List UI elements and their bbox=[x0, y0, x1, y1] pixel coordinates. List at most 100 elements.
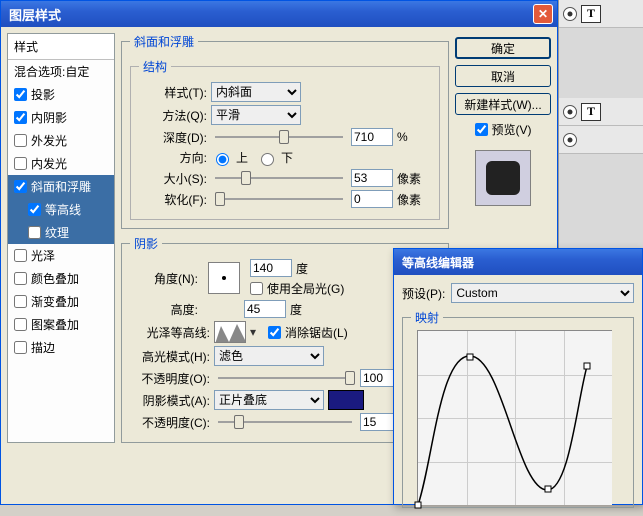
shadow-color-swatch[interactable] bbox=[328, 390, 364, 410]
highlight-opacity-slider[interactable] bbox=[218, 369, 352, 387]
text-layer-icon: T bbox=[581, 5, 601, 23]
contour-title: 等高线编辑器 bbox=[402, 254, 638, 271]
style-select[interactable]: 内斜面 bbox=[211, 82, 301, 102]
style-item-7[interactable]: 光泽 bbox=[8, 244, 114, 267]
style-checkbox[interactable] bbox=[14, 111, 27, 124]
style-item-label: 斜面和浮雕 bbox=[31, 178, 91, 195]
shadow-mode-select[interactable]: 正片叠底 bbox=[214, 390, 324, 410]
styles-panel: 样式 混合选项:自定 投影内阴影外发光内发光斜面和浮雕等高线纹理光泽颜色叠加渐变… bbox=[7, 33, 115, 443]
visibility-icon[interactable] bbox=[563, 7, 577, 21]
style-item-9[interactable]: 渐变叠加 bbox=[8, 290, 114, 313]
style-checkbox[interactable] bbox=[14, 295, 27, 308]
technique-select[interactable]: 平滑 bbox=[211, 105, 301, 125]
gloss-contour-label: 光泽等高线: bbox=[130, 324, 210, 341]
angle-unit: 度 bbox=[296, 260, 308, 277]
highlight-opacity-label: 不透明度(O): bbox=[130, 370, 210, 387]
visibility-icon[interactable] bbox=[563, 105, 577, 119]
ok-button[interactable]: 确定 bbox=[455, 37, 551, 59]
contour-editor-dialog: 等高线编辑器 预设(P): Custom 映射 bbox=[393, 248, 643, 505]
style-item-3[interactable]: 内发光 bbox=[8, 152, 114, 175]
soften-unit: 像素 bbox=[397, 191, 431, 208]
altitude-input[interactable] bbox=[244, 300, 286, 318]
style-item-label: 内阴影 bbox=[31, 109, 67, 126]
shadow-mode-label: 阴影模式(A): bbox=[130, 392, 210, 409]
curve-point[interactable] bbox=[415, 502, 422, 509]
size-label: 大小(S): bbox=[139, 170, 207, 187]
depth-label: 深度(D): bbox=[139, 129, 207, 146]
window-title: 图层样式 bbox=[9, 5, 533, 24]
soften-slider[interactable] bbox=[215, 190, 343, 208]
direction-down[interactable]: 下 bbox=[256, 149, 293, 166]
preview-thumbnail bbox=[475, 150, 531, 206]
highlight-mode-select[interactable]: 滤色 bbox=[214, 346, 324, 366]
style-item-label: 光泽 bbox=[31, 247, 55, 264]
curve-point[interactable] bbox=[544, 486, 551, 493]
style-item-1[interactable]: 内阴影 bbox=[8, 106, 114, 129]
soften-input[interactable] bbox=[351, 190, 393, 208]
direction-up[interactable]: 上 bbox=[211, 149, 248, 166]
anti-alias-check[interactable]: 消除锯齿(L) bbox=[268, 324, 348, 341]
style-item-label: 颜色叠加 bbox=[31, 270, 79, 287]
direction-radios: 上 下 bbox=[211, 149, 293, 166]
style-item-0[interactable]: 投影 bbox=[8, 83, 114, 106]
style-checkbox[interactable] bbox=[14, 341, 27, 354]
style-item-label: 纹理 bbox=[45, 224, 69, 241]
curve-point[interactable] bbox=[583, 362, 590, 369]
layer-row[interactable]: T bbox=[559, 0, 643, 28]
angle-label: 角度(N): bbox=[130, 270, 198, 287]
style-checkbox[interactable] bbox=[14, 249, 27, 262]
shadow-opacity-slider[interactable] bbox=[218, 413, 352, 431]
preset-select[interactable]: Custom bbox=[451, 283, 634, 303]
soften-label: 软化(F): bbox=[139, 191, 207, 208]
style-item-5[interactable]: 等高线 bbox=[8, 198, 114, 221]
shading-legend: 阴影 bbox=[130, 235, 162, 252]
visibility-icon[interactable] bbox=[563, 133, 577, 147]
style-item-label: 内发光 bbox=[31, 155, 67, 172]
style-checkbox[interactable] bbox=[28, 203, 41, 216]
style-item-11[interactable]: 描边 bbox=[8, 336, 114, 359]
mapping-legend: 映射 bbox=[411, 309, 443, 326]
text-layer-icon: T bbox=[581, 103, 601, 121]
global-light-check[interactable]: 使用全局光(G) bbox=[250, 280, 344, 297]
angle-dial[interactable] bbox=[208, 262, 240, 294]
gloss-contour-swatch[interactable] bbox=[214, 321, 246, 343]
layer-row[interactable] bbox=[559, 126, 643, 154]
style-item-6[interactable]: 纹理 bbox=[8, 221, 114, 244]
style-checkbox[interactable] bbox=[14, 134, 27, 147]
style-checkbox[interactable] bbox=[14, 272, 27, 285]
style-checkbox[interactable] bbox=[14, 318, 27, 331]
style-item-4[interactable]: 斜面和浮雕 bbox=[8, 175, 114, 198]
style-checkbox[interactable] bbox=[14, 157, 27, 170]
layer-row[interactable]: T bbox=[559, 98, 643, 126]
style-checkbox[interactable] bbox=[28, 226, 41, 239]
size-unit: 像素 bbox=[397, 170, 431, 187]
styles-header: 样式 bbox=[8, 34, 114, 60]
depth-input[interactable] bbox=[351, 128, 393, 146]
new-style-button[interactable]: 新建样式(W)... bbox=[455, 93, 551, 115]
style-item-10[interactable]: 图案叠加 bbox=[8, 313, 114, 336]
size-input[interactable] bbox=[351, 169, 393, 187]
style-item-2[interactable]: 外发光 bbox=[8, 129, 114, 152]
structure-group: 结构 样式(T): 内斜面 方法(Q): 平滑 深度(D bbox=[130, 58, 440, 220]
cancel-button[interactable]: 取消 bbox=[455, 65, 551, 87]
close-icon[interactable]: ✕ bbox=[533, 4, 553, 24]
angle-input[interactable] bbox=[250, 259, 292, 277]
depth-slider[interactable] bbox=[215, 128, 343, 146]
titlebar: 图层样式 ✕ bbox=[1, 1, 557, 27]
contour-titlebar: 等高线编辑器 bbox=[394, 249, 642, 275]
blend-options-item[interactable]: 混合选项:自定 bbox=[8, 60, 114, 83]
style-checkbox[interactable] bbox=[14, 180, 27, 193]
style-checkbox[interactable] bbox=[14, 88, 27, 101]
preview-check[interactable]: 预览(V) bbox=[455, 121, 551, 138]
bevel-legend: 斜面和浮雕 bbox=[130, 33, 198, 50]
style-item-8[interactable]: 颜色叠加 bbox=[8, 267, 114, 290]
size-slider[interactable] bbox=[215, 169, 343, 187]
structure-legend: 结构 bbox=[139, 58, 171, 75]
curve-canvas[interactable] bbox=[417, 330, 612, 505]
bevel-group: 斜面和浮雕 结构 样式(T): 内斜面 方法(Q): 平滑 bbox=[121, 33, 449, 229]
chevron-down-icon[interactable]: ▾ bbox=[250, 325, 256, 339]
style-item-label: 外发光 bbox=[31, 132, 67, 149]
style-item-label: 投影 bbox=[31, 86, 55, 103]
highlight-mode-label: 高光模式(H): bbox=[130, 348, 210, 365]
curve-point[interactable] bbox=[467, 354, 474, 361]
